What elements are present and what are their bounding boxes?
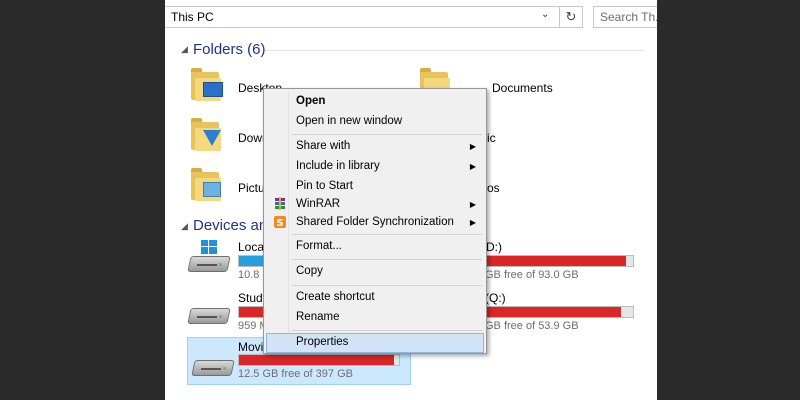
- menu-item-label: Shared Folder Synchronization: [296, 216, 454, 228]
- menu-item-rename[interactable]: Rename: [266, 308, 484, 328]
- menu-item-label: Open: [296, 95, 326, 107]
- folder-label[interactable]: os: [487, 181, 500, 195]
- address-row: This PC ⌄ ↻ Search Th...: [165, 6, 657, 28]
- downloads-folder-icon[interactable]: [189, 118, 223, 152]
- menu-item-shared-folder-sync[interactable]: S Shared Folder Synchronization ▶: [266, 213, 484, 233]
- submenu-arrow-icon: ▶: [469, 218, 476, 227]
- menu-item-label: Rename: [296, 311, 340, 323]
- drive-label[interactable]: D:): [486, 240, 502, 254]
- windows-drive-icon[interactable]: [187, 240, 231, 274]
- menu-separator: [292, 134, 482, 135]
- drive-free-text: GB free of 93.0 GB: [485, 269, 579, 281]
- search-placeholder: Search Th...: [600, 10, 657, 24]
- menu-item-open[interactable]: Open: [266, 92, 484, 112]
- sync-s-icon: S: [274, 216, 286, 229]
- menu-item-label: Pin to Start: [296, 180, 353, 192]
- menu-item-label: Include in library: [296, 160, 380, 172]
- menu-item-pin-to-start[interactable]: Pin to Start: [266, 177, 484, 197]
- menu-separator: [292, 285, 482, 286]
- chevron-down-icon[interactable]: ⌄: [541, 9, 549, 20]
- collapse-icon[interactable]: ◢: [181, 44, 188, 55]
- pictures-folder-icon[interactable]: [189, 168, 223, 202]
- drive-free-text: 12.5 GB free of 397 GB: [238, 368, 353, 380]
- drive-usage-bar: [238, 354, 400, 366]
- menu-item-label: Format...: [296, 240, 343, 252]
- drive-free-text: GB free of 53.9 GB: [485, 320, 579, 332]
- submenu-arrow-icon: ▶: [469, 162, 476, 171]
- menu-item-label: WinRAR: [296, 198, 341, 210]
- context-menu: Open Open in new window Share with ▶ Inc…: [263, 88, 487, 354]
- menu-item-label: Copy: [296, 265, 323, 277]
- hard-drive-icon[interactable]: [187, 292, 231, 326]
- menu-item-open-new-window[interactable]: Open in new window: [266, 112, 484, 132]
- search-input[interactable]: Search Th...: [593, 6, 657, 28]
- drive-usage-bar: [485, 255, 634, 267]
- hard-drive-icon[interactable]: [191, 344, 235, 378]
- section-divider: [265, 50, 645, 51]
- folder-label[interactable]: ic: [487, 131, 496, 145]
- svg-text:S: S: [276, 218, 283, 229]
- section-folders-title[interactable]: Folders (6): [193, 41, 266, 58]
- desktop-background-left: [0, 0, 165, 400]
- refresh-icon[interactable]: ↻: [559, 7, 582, 27]
- drive-label[interactable]: (Q:): [485, 291, 506, 305]
- submenu-arrow-icon: ▶: [469, 142, 476, 151]
- menu-separator: [292, 259, 482, 260]
- menu-item-winrar[interactable]: WinRAR ▶: [266, 195, 484, 215]
- winrar-icon: [275, 197, 285, 210]
- menu-separator: [292, 330, 482, 331]
- submenu-arrow-icon: ▶: [469, 200, 476, 209]
- menu-item-create-shortcut[interactable]: Create shortcut: [266, 288, 484, 308]
- menu-item-label: Create shortcut: [296, 291, 375, 303]
- menu-item-label: Properties: [296, 336, 349, 348]
- desktop-folder-icon[interactable]: [189, 68, 223, 102]
- address-bar[interactable]: This PC ⌄ ↻: [165, 6, 583, 28]
- menu-item-share-with[interactable]: Share with ▶: [266, 137, 484, 157]
- folder-label[interactable]: Documents: [492, 81, 553, 95]
- menu-item-label: Share with: [296, 140, 351, 152]
- drive-usage-bar: [485, 306, 634, 318]
- menu-item-format[interactable]: Format...: [266, 237, 484, 257]
- menu-item-properties[interactable]: Properties: [266, 333, 484, 353]
- collapse-icon[interactable]: ◢: [181, 221, 188, 232]
- address-path: This PC: [171, 10, 214, 24]
- menu-item-label: Open in new window: [296, 115, 403, 127]
- menu-item-include-in-library[interactable]: Include in library ▶: [266, 157, 484, 177]
- menu-separator: [292, 234, 482, 235]
- desktop-background-right: [657, 0, 800, 400]
- menu-item-copy[interactable]: Copy: [266, 262, 484, 282]
